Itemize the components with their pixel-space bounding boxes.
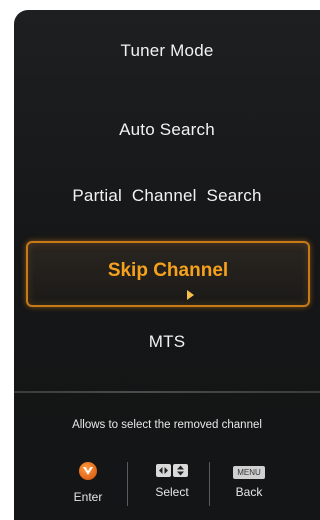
chevron-right-icon (187, 290, 194, 300)
footer-separator (127, 462, 128, 506)
menu-item-skip-channel-label: Skip Channel (107, 260, 229, 281)
select-label: Select (155, 485, 189, 499)
v-logo-button-icon (79, 462, 97, 480)
footer-controls: Enter Select MENU Back (14, 462, 320, 520)
left-right-arrows-icon (156, 464, 171, 478)
footer-separator (209, 462, 210, 506)
help-description: Allows to select the removed channel (72, 419, 262, 431)
menu-item-tuner-mode[interactable]: Tuner Mode (14, 41, 320, 61)
menu-item-partial-channel-search[interactable]: Partial Channel Search (14, 186, 320, 206)
back-label: Back (235, 485, 263, 499)
osd-menu-panel: Tuner Mode Auto Search Partial Channel S… (14, 10, 320, 520)
select-control[interactable]: Select (142, 462, 202, 499)
back-control[interactable]: MENU Back (219, 462, 279, 499)
enter-label: Enter (73, 490, 103, 504)
menu-item-auto-search[interactable]: Auto Search (14, 120, 320, 140)
menu-key-icon: MENU (233, 466, 265, 479)
menu-item-mts[interactable]: MTS (14, 332, 320, 352)
up-down-arrows-icon (173, 464, 188, 478)
divider (14, 391, 320, 393)
enter-control[interactable]: Enter (65, 462, 111, 504)
menu-item-skip-channel[interactable]: Skip Channel (26, 241, 310, 307)
left-right-up-down-arrows-icon (155, 462, 189, 480)
